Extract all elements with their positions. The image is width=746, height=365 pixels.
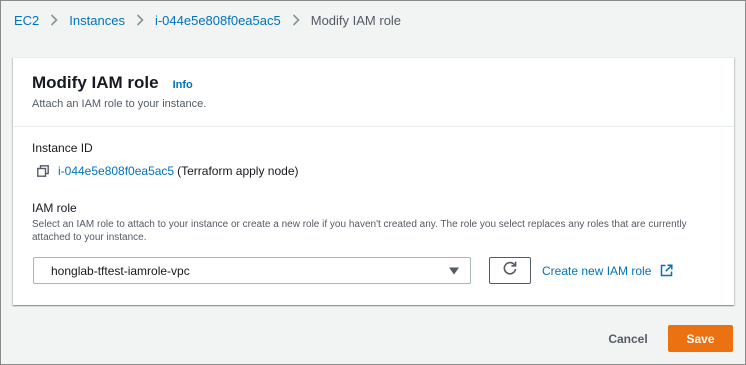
card-description: Attach an IAM role to your instance.: [32, 98, 207, 110]
create-iam-role-label: Create new IAM role: [542, 263, 652, 278]
iam-role-label: IAM role: [32, 201, 77, 215]
iam-role-selected-value: honglab-tftest-iamrole-vpc: [51, 263, 190, 278]
instance-name: (Terraform apply node): [177, 164, 299, 178]
card-header: Modify IAM role Info Attach an IAM role …: [13, 58, 734, 127]
page-title: Modify IAM role: [32, 73, 159, 92]
refresh-icon: [502, 260, 518, 281]
save-button[interactable]: Save: [668, 325, 733, 352]
instance-id-row: i-044e5e808f0ea5ac5 (Terraform apply nod…: [32, 164, 715, 178]
caret-down-icon: [448, 266, 460, 276]
chevron-right-icon: [281, 11, 311, 29]
refresh-button[interactable]: [489, 257, 531, 284]
breadcrumb-ec2[interactable]: EC2: [14, 13, 39, 28]
info-link[interactable]: Info: [173, 79, 193, 91]
breadcrumb: EC2 Instances i-044e5e808f0ea5ac5 Modify…: [14, 11, 401, 29]
instance-id-link[interactable]: i-044e5e808f0ea5ac5: [58, 164, 174, 178]
chevron-right-icon: [125, 11, 155, 29]
external-link-icon: [660, 264, 673, 277]
card-body: Instance ID i-044e5e808f0ea5ac5 (Terrafo…: [13, 127, 734, 284]
iam-role-description: Select an IAM role to attach to your ins…: [32, 219, 687, 243]
create-iam-role-link[interactable]: Create new IAM role: [542, 264, 673, 278]
cancel-button[interactable]: Cancel: [599, 327, 657, 351]
chevron-right-icon: [39, 11, 69, 29]
iam-role-select-row: honglab-tftest-iamrole-vpc Create new IA…: [32, 257, 715, 284]
instance-id-label: Instance ID: [32, 141, 93, 155]
breadcrumb-current: Modify IAM role: [310, 12, 402, 28]
copy-icon[interactable]: [37, 164, 51, 178]
breadcrumb-instances[interactable]: Instances: [69, 13, 125, 28]
modify-iam-role-card: Modify IAM role Info Attach an IAM role …: [13, 57, 734, 305]
breadcrumb-instance-id[interactable]: i-044e5e808f0ea5ac5: [155, 13, 281, 28]
iam-role-select[interactable]: honglab-tftest-iamrole-vpc: [33, 257, 471, 284]
